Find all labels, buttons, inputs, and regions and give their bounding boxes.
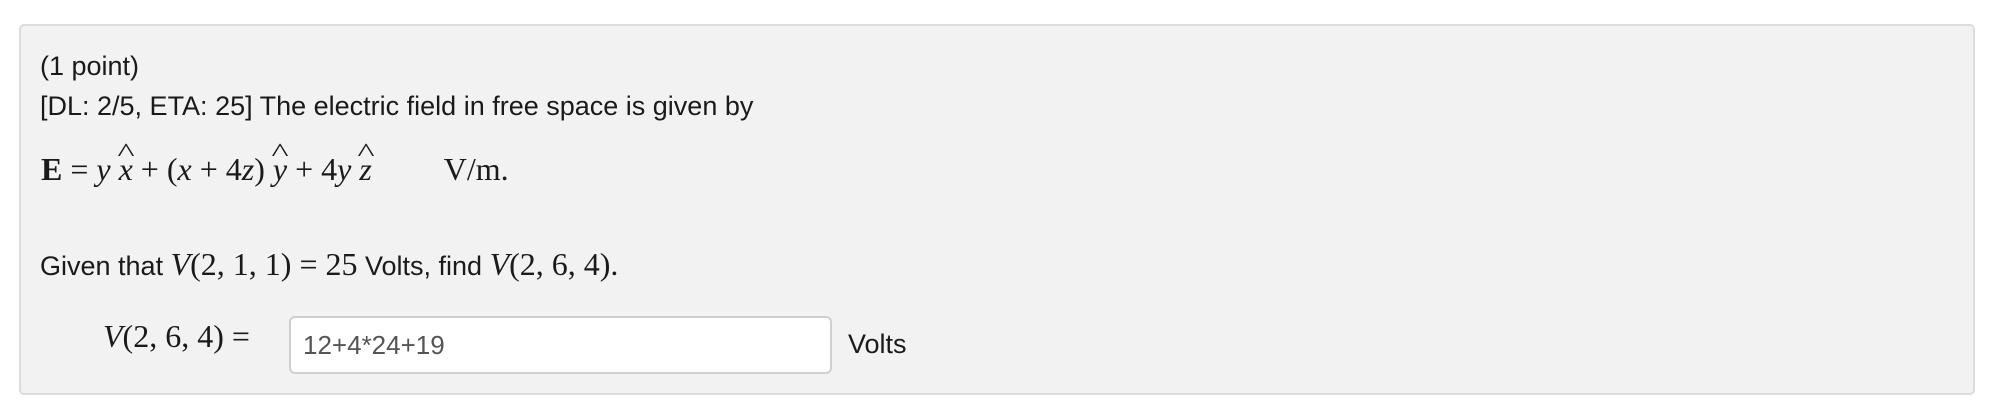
answer-label: V(2, 6, 4) = xyxy=(103,318,250,354)
eq-term: y xyxy=(337,151,352,187)
eq-term: ) xyxy=(254,151,273,187)
electric-field-equation: E = y x + (x + 4z) y + 4y zV/m. xyxy=(41,151,509,187)
x-hat-unit-vector: x xyxy=(119,151,133,187)
eq-term: + 4 xyxy=(287,151,338,187)
potential-symbol: V xyxy=(489,246,510,282)
eq-term: + ( xyxy=(132,151,178,187)
target-args: (2, 6, 4). xyxy=(509,246,619,282)
problem-points: (1 point) xyxy=(40,51,140,81)
answer-units: Volts xyxy=(848,329,907,359)
eq-term: + 4 xyxy=(191,151,242,187)
problem-panel: (1 point) [DL: 2/5, ETA: 25] The electri… xyxy=(19,24,1975,395)
eq-term: x xyxy=(177,151,192,187)
y-hat-unit-vector: y xyxy=(273,151,287,187)
potential-symbol: V xyxy=(170,246,191,282)
given-text: Given that xyxy=(40,251,171,281)
problem-statement: [DL: 2/5, ETA: 25] The electric field in… xyxy=(40,91,754,121)
field-symbol: E xyxy=(41,151,63,187)
equation-unit: V/m. xyxy=(443,151,509,187)
eq-term: z xyxy=(241,151,255,187)
potential-symbol: V xyxy=(103,318,123,354)
given-args: (2, 1, 1) = 25 xyxy=(190,246,358,282)
answer-label-args: (2, 6, 4) = xyxy=(122,318,250,354)
z-hat-unit-vector: z xyxy=(359,151,371,187)
eq-term: y xyxy=(96,151,111,187)
answer-input[interactable] xyxy=(289,316,832,374)
given-text: Volts, find xyxy=(357,251,490,281)
given-condition: Given that V(2, 1, 1) = 25 Volts, find V… xyxy=(40,248,618,282)
eq-sign: = xyxy=(62,151,97,187)
